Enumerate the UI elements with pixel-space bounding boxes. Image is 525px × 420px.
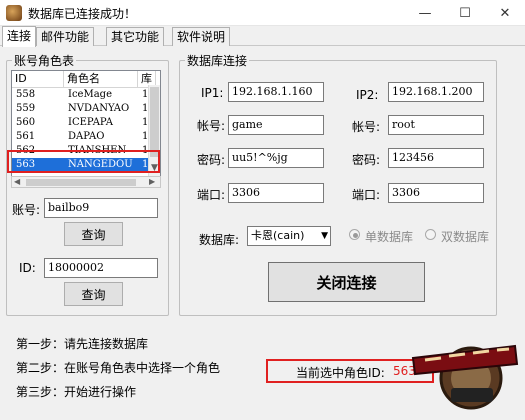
close-icon[interactable]: ✕ — [485, 0, 525, 26]
tab-other[interactable]: 其它功能 — [106, 27, 165, 46]
tab-mail[interactable]: 邮件功能 — [36, 27, 95, 46]
account1-input[interactable]: game — [228, 115, 324, 135]
ip2-label: IP2: — [356, 88, 379, 102]
chevron-down-icon[interactable]: ▼ — [321, 227, 328, 245]
role-list-header: ID 角色名 库 — [12, 71, 160, 88]
vscroll-thumb[interactable] — [150, 87, 159, 157]
window-title: 数据库已连接成功！ — [28, 7, 137, 21]
table-row[interactable]: 558 IceMage 1 — [12, 88, 160, 102]
account2-label: 帐号: — [352, 120, 381, 134]
ip1-label: IP1: — [201, 86, 224, 100]
table-row[interactable]: 561 DAPAO 1 — [12, 130, 160, 144]
account-input[interactable]: bailbo9 — [44, 198, 158, 218]
query-id-button[interactable]: 查询 — [64, 282, 123, 306]
row-id: 560 — [16, 117, 36, 128]
password2-input[interactable]: 123456 — [388, 148, 484, 168]
app-icon — [6, 5, 22, 21]
db-connection-group-title: 数据库连接 — [185, 52, 250, 69]
step2-text: 第二步：在账号角色表中选择一个角色 — [16, 361, 221, 375]
tab-connect[interactable]: 连接 — [2, 26, 37, 47]
single-db-radio[interactable] — [349, 229, 360, 240]
row-name: DAPAO — [68, 131, 105, 142]
port2-input[interactable]: 3306 — [388, 183, 484, 203]
id-input[interactable]: 18000002 — [44, 258, 158, 278]
account-role-group-title: 账号角色表 — [12, 52, 77, 69]
password2-label: 密码: — [352, 153, 381, 167]
query-account-button[interactable]: 查询 — [64, 222, 123, 246]
database-select[interactable]: 卡恩(cain) ▼ — [247, 226, 331, 246]
password1-label: 密码: — [197, 153, 226, 167]
row-name: NVDANYAO — [68, 103, 130, 114]
ip1-input[interactable]: 192.168.1.160 — [228, 82, 324, 102]
account1-label: 帐号: — [197, 119, 226, 133]
row-id: 558 — [16, 89, 36, 100]
ip2-input[interactable]: 192.168.1.200 — [388, 82, 484, 102]
table-row[interactable]: 559 NVDANYAO 1 — [12, 102, 160, 116]
tab-help[interactable]: 软件说明 — [172, 27, 231, 46]
dual-db-radio[interactable] — [425, 229, 436, 240]
column-header-name[interactable]: 角色名 — [64, 71, 138, 87]
table-row[interactable]: 560 ICEPAPA 1 — [12, 116, 160, 130]
row-name: ICEPAPA — [68, 117, 113, 128]
database-select-value: 卡恩(cain) — [251, 229, 305, 242]
current-role-label: 当前选中角色ID: — [296, 366, 385, 380]
selected-row-highlight — [7, 150, 160, 173]
role-list-hscrollbar[interactable]: ◀ ▶ — [11, 176, 161, 188]
column-header-id[interactable]: ID — [12, 71, 64, 87]
dual-db-label: 双数据库 — [441, 230, 490, 244]
scroll-left-icon[interactable]: ◀ — [14, 177, 20, 186]
row-name: IceMage — [68, 89, 112, 100]
single-db-label: 单数据库 — [365, 230, 414, 244]
hscroll-thumb[interactable] — [26, 179, 136, 186]
id-label: ID: — [19, 261, 36, 275]
minimize-icon[interactable]: — — [405, 0, 445, 26]
password1-input[interactable]: uu5!^%jg — [228, 148, 324, 168]
row-id: 559 — [16, 103, 36, 114]
database-label: 数据库: — [199, 233, 240, 247]
row-id: 561 — [16, 131, 36, 142]
port1-label: 端口: — [197, 188, 226, 202]
port2-label: 端口: — [352, 188, 381, 202]
account2-input[interactable]: root — [388, 115, 484, 135]
game-logo — [411, 344, 519, 410]
close-connection-button[interactable]: 关闭连接 — [268, 262, 425, 302]
account-label: 账号: — [12, 203, 41, 217]
scroll-right-icon[interactable]: ▶ — [149, 177, 155, 186]
port1-input[interactable]: 3306 — [228, 183, 324, 203]
step1-text: 第一步：请先连接数据库 — [16, 337, 149, 351]
step3-text: 第三步：开始进行操作 — [16, 385, 137, 399]
maximize-icon[interactable]: ☐ — [445, 0, 485, 26]
